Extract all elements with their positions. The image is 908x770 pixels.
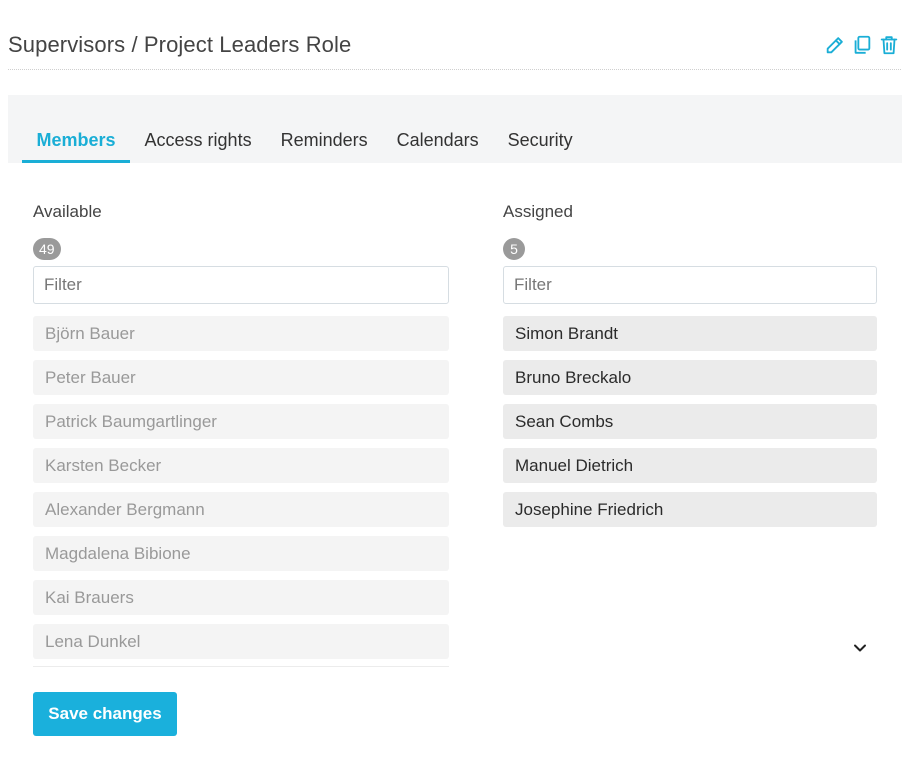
assigned-column: Assigned 5 Simon Brandt Bruno Breckalo S… xyxy=(503,200,877,536)
tab-reminders[interactable]: Reminders xyxy=(266,121,382,163)
assigned-list[interactable]: Simon Brandt Bruno Breckalo Sean Combs M… xyxy=(503,316,877,527)
duplicate-button[interactable] xyxy=(850,32,874,58)
tab-security[interactable]: Security xyxy=(493,121,587,163)
list-item[interactable]: Bruno Breckalo xyxy=(503,360,877,395)
list-item[interactable]: Manuel Dietrich xyxy=(503,448,877,483)
copy-icon xyxy=(854,35,871,54)
available-filter-input[interactable] xyxy=(33,266,449,304)
tabs: Members Access rights Reminders Calendar… xyxy=(22,121,587,163)
save-changes-button[interactable]: Save changes xyxy=(33,692,177,736)
list-item[interactable]: Josephine Friedrich xyxy=(503,492,877,527)
list-item[interactable]: Sean Combs xyxy=(503,404,877,439)
list-item[interactable]: Magdalena Bibione xyxy=(33,536,449,571)
available-list[interactable]: Björn Bauer Peter Bauer Patrick Baumgart… xyxy=(33,316,449,667)
available-count-badge: 49 xyxy=(33,238,61,260)
tab-access-rights[interactable]: Access rights xyxy=(130,121,266,163)
list-item[interactable]: Karsten Becker xyxy=(33,448,449,483)
list-item[interactable]: Peter Bauer xyxy=(33,360,449,395)
list-item[interactable]: Björn Bauer xyxy=(33,316,449,351)
list-item[interactable]: Kai Brauers xyxy=(33,580,449,615)
list-item[interactable]: Patrick Baumgartlinger xyxy=(33,404,449,439)
list-item[interactable]: Alexander Bergmann xyxy=(33,492,449,527)
assigned-count-badge: 5 xyxy=(503,238,525,260)
list-item[interactable]: Simon Brandt xyxy=(503,316,877,351)
chevron-down-icon[interactable] xyxy=(852,641,868,655)
page-title: Supervisors / Project Leaders Role xyxy=(8,32,352,57)
list-item[interactable]: Lena Dunkel xyxy=(33,624,449,659)
edit-button[interactable] xyxy=(823,32,847,58)
available-label: Available xyxy=(33,202,102,221)
assigned-filter-input[interactable] xyxy=(503,266,877,304)
delete-button[interactable] xyxy=(877,32,901,58)
tab-bar: Members Access rights Reminders Calendar… xyxy=(8,95,902,163)
assigned-label: Assigned xyxy=(503,202,573,221)
tab-members[interactable]: Members xyxy=(22,121,131,163)
header-actions xyxy=(823,32,901,58)
available-column: Available 49 Björn Bauer Peter Bauer Pat… xyxy=(33,200,449,667)
tab-calendars[interactable]: Calendars xyxy=(382,121,493,163)
pencil-icon xyxy=(826,37,843,54)
page-header: Supervisors / Project Leaders Role xyxy=(8,22,901,70)
trash-icon xyxy=(880,36,898,55)
